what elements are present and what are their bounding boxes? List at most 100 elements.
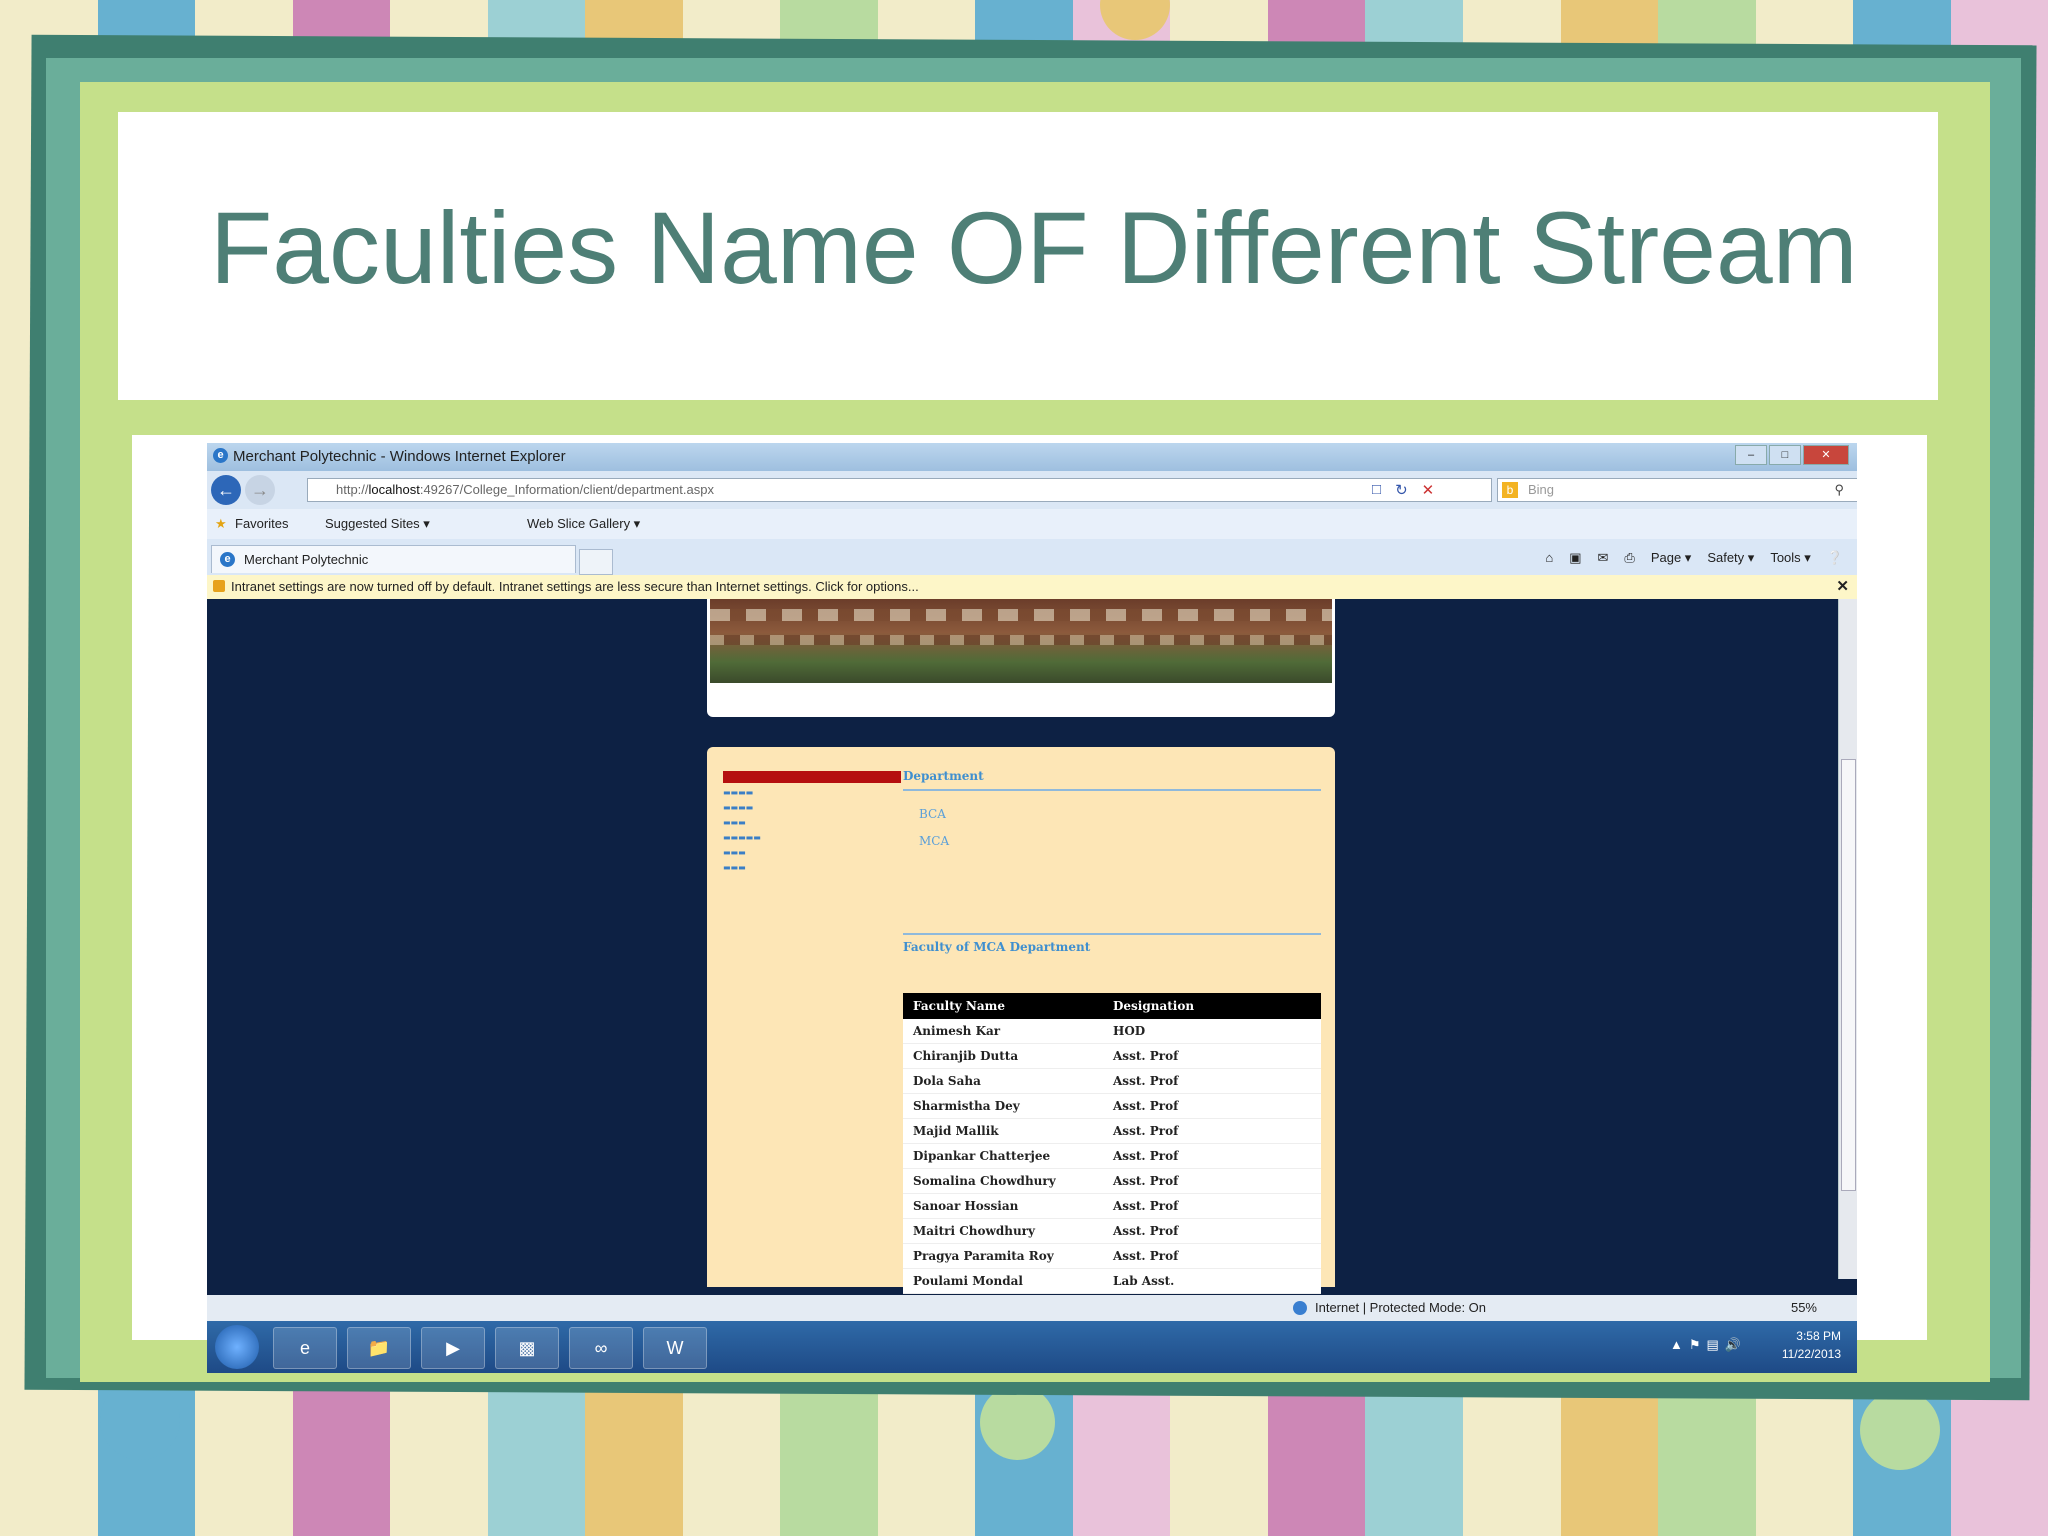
feeds-icon[interactable]: ▣: [1569, 550, 1581, 566]
home-icon[interactable]: ⌂: [1545, 550, 1553, 566]
mca-link[interactable]: MCA: [919, 834, 949, 848]
information-bar-close-icon[interactable]: ✕: [1836, 575, 1849, 599]
address-bar-row: ← → http://localhost:49267/College_Infor…: [207, 471, 1857, 509]
back-button[interactable]: ←: [211, 475, 241, 505]
left-nav-header: [723, 771, 901, 783]
table-row: Somalina Chowdhury Asst. Prof: [903, 1168, 1321, 1194]
table-row: Sanoar Hossian Asst. Prof: [903, 1193, 1321, 1219]
faculty-name: Sanoar Hossian: [903, 1193, 1103, 1219]
windows-taskbar: e 📁 ▶ ▩ ∞ W ▲⚑▤🔊 3:58 PM 11/22/2013: [207, 1321, 1857, 1373]
left-nav-item[interactable]: ▬▬▬: [723, 815, 761, 830]
taskbar-explorer-icon[interactable]: 📁: [347, 1327, 411, 1369]
security-zone[interactable]: Internet | Protected Mode: On: [1315, 1295, 1486, 1321]
suggested-sites-link[interactable]: Suggested Sites ▾: [325, 516, 430, 532]
faculty-designation: Asst. Prof: [1103, 1168, 1321, 1194]
window-title: Merchant Polytechnic - Windows Internet …: [233, 448, 566, 465]
taskbar-ie-icon[interactable]: e: [273, 1327, 337, 1369]
tray-time: 3:58 PM: [1796, 1329, 1841, 1343]
table-row: Sharmistha Dey Asst. Prof: [903, 1093, 1321, 1119]
close-button[interactable]: ✕: [1803, 445, 1849, 465]
faculty-designation: Asst. Prof: [1103, 1068, 1321, 1094]
information-bar[interactable]: Intranet settings are now turned off by …: [207, 575, 1857, 599]
column-header-designation: Designation: [1103, 993, 1321, 1019]
faculty-designation: Asst. Prof: [1103, 1118, 1321, 1144]
tab-title: Merchant Polytechnic: [244, 552, 369, 567]
taskbar-media-player-icon[interactable]: ▶: [421, 1327, 485, 1369]
left-nav-item[interactable]: ▬▬▬: [723, 845, 761, 860]
ie-logo-icon: e: [213, 448, 228, 463]
table-row: Dipankar Chatterjee Asst. Prof: [903, 1143, 1321, 1169]
column-header-name: Faculty Name: [903, 993, 1103, 1019]
faculty-designation: Asst. Prof: [1103, 1043, 1321, 1069]
left-nav-item[interactable]: ▬▬▬: [723, 860, 761, 875]
left-nav-item[interactable]: ▬▬▬▬: [723, 785, 761, 800]
faculty-name: Somalina Chowdhury: [903, 1168, 1103, 1194]
url-host: localhost: [368, 482, 420, 497]
status-bar: Internet | Protected Mode: On 55%: [207, 1295, 1857, 1321]
faculty-heading: Faculty of MCA Department: [903, 940, 1091, 954]
faculty-designation: Asst. Prof: [1103, 1143, 1321, 1169]
faculty-designation: Asst. Prof: [1103, 1218, 1321, 1244]
search-input[interactable]: b Bing ⚲: [1497, 478, 1857, 502]
faculty-designation: HOD: [1103, 1019, 1321, 1044]
zoom-level[interactable]: 55%: [1791, 1295, 1817, 1321]
maximize-button[interactable]: □: [1769, 445, 1801, 465]
taskbar-visual-studio-icon[interactable]: ∞: [569, 1327, 633, 1369]
banner-card: [707, 599, 1335, 717]
system-tray-icons[interactable]: ▲⚑▤🔊: [1670, 1337, 1747, 1353]
search-placeholder: Bing: [1528, 482, 1555, 497]
faculty-table: Faculty Name Designation Animesh Kar HOD …: [903, 993, 1321, 1294]
faculty-designation: Asst. Prof: [1103, 1093, 1321, 1119]
information-bar-text: Intranet settings are now turned off by …: [231, 579, 919, 594]
faculty-designation: Lab Asst.: [1103, 1268, 1321, 1294]
url-prefix: http://: [336, 482, 369, 497]
refresh-icon[interactable]: ↻: [1395, 481, 1408, 499]
compatibility-view-icon[interactable]: □: [1372, 481, 1381, 499]
department-panel: ▬▬▬▬ ▬▬▬▬ ▬▬▬ ▬▬▬▬▬ ▬▬▬ ▬▬▬ Department B…: [707, 747, 1335, 1294]
faculty-name: Poulami Mondal: [903, 1268, 1103, 1294]
scrollbar-thumb[interactable]: [1841, 759, 1856, 1191]
vertical-scrollbar[interactable]: [1838, 599, 1857, 1279]
forward-button[interactable]: →: [245, 475, 275, 505]
stop-icon[interactable]: ✕: [1422, 481, 1435, 499]
tray-date: 11/22/2013: [1781, 1347, 1841, 1361]
faculty-name: Sharmistha Dey: [903, 1093, 1103, 1119]
left-nav-item[interactable]: ▬▬▬▬▬: [723, 830, 761, 845]
bca-link[interactable]: BCA: [919, 807, 946, 821]
tools-menu[interactable]: Tools ▾: [1770, 550, 1811, 566]
left-nav-menu: ▬▬▬▬ ▬▬▬▬ ▬▬▬ ▬▬▬▬▬ ▬▬▬ ▬▬▬: [723, 785, 761, 875]
print-icon[interactable]: ⎙: [1624, 550, 1634, 566]
taskbar-sticky-notes-icon[interactable]: ▩: [495, 1327, 559, 1369]
divider: [903, 789, 1321, 791]
safety-menu[interactable]: Safety ▾: [1707, 550, 1754, 566]
taskbar-word-icon[interactable]: W: [643, 1327, 707, 1369]
tab-bar: e Merchant Polytechnic ⌂ ▣ ✉ ⎙ Page ▾ Sa…: [207, 539, 1857, 575]
minimize-button[interactable]: –: [1735, 445, 1767, 465]
favorites-star-icon: ★: [215, 516, 227, 531]
table-row: Majid Mallik Asst. Prof: [903, 1118, 1321, 1144]
table-row: Poulami Mondal Lab Asst.: [903, 1268, 1321, 1294]
left-nav-item[interactable]: ▬▬▬▬: [723, 800, 761, 815]
web-slice-gallery-link[interactable]: Web Slice Gallery ▾: [527, 516, 640, 532]
favorites-bar: ★ Favorites Suggested Sites ▾ Web Slice …: [207, 509, 1857, 539]
faculty-designation: Asst. Prof: [1103, 1243, 1321, 1269]
favorites-button[interactable]: Favorites: [235, 516, 288, 531]
faculty-name: Dipankar Chatterjee: [903, 1143, 1103, 1169]
faculty-name: Pragya Paramita Roy: [903, 1243, 1103, 1269]
faculty-name: Maitri Chowdhury: [903, 1218, 1103, 1244]
new-tab-button[interactable]: [579, 549, 613, 575]
table-row: Dola Saha Asst. Prof: [903, 1068, 1321, 1094]
start-button[interactable]: [215, 1325, 259, 1369]
search-icon[interactable]: ⚲: [1834, 479, 1844, 501]
help-icon[interactable]: ❔: [1827, 550, 1843, 566]
shield-warning-icon: [213, 580, 225, 592]
bing-icon: b: [1502, 482, 1518, 498]
college-building-image: [710, 599, 1332, 683]
window-titlebar: e Merchant Polytechnic - Windows Interne…: [207, 443, 1857, 471]
faculty-name: Animesh Kar: [903, 1019, 1103, 1044]
page-menu[interactable]: Page ▾: [1651, 550, 1692, 566]
address-input[interactable]: http://localhost:49267/College_Informati…: [307, 478, 1492, 502]
tray-clock[interactable]: 3:58 PM 11/22/2013: [1782, 1327, 1841, 1363]
mail-icon[interactable]: ✉: [1598, 550, 1609, 566]
tab-merchant-polytechnic[interactable]: e Merchant Polytechnic: [211, 545, 576, 573]
